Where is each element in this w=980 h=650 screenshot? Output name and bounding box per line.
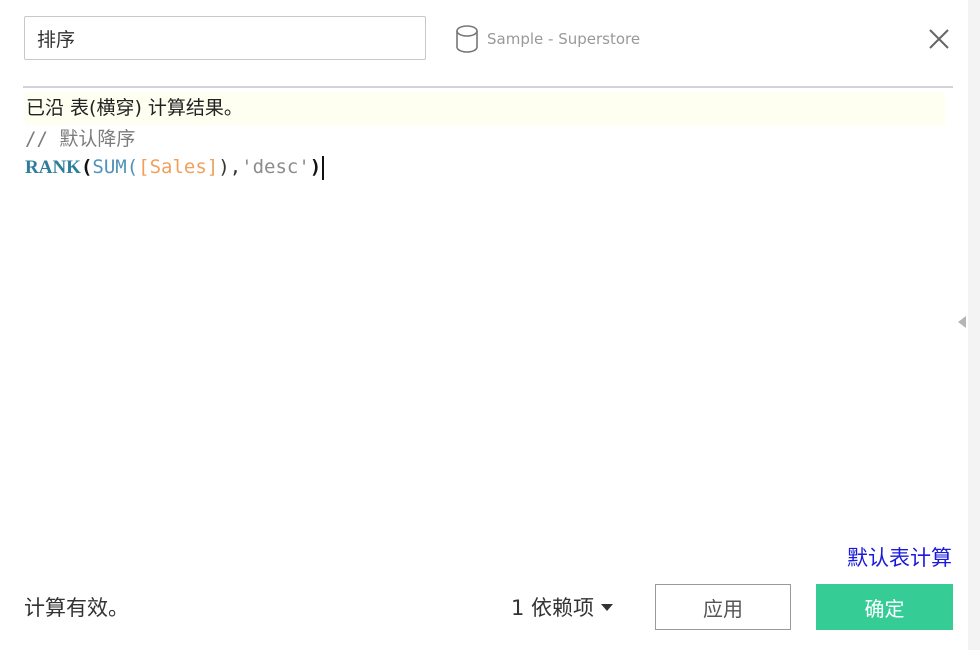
code-line-comment: // 默认降序 [25, 125, 950, 153]
side-panel-strip [968, 0, 980, 650]
comment-text: 默认降序 [59, 128, 136, 150]
text-cursor [322, 155, 325, 180]
code-line-formula: RANK(SUM([Sales]),'desc') [25, 153, 950, 181]
formula-close-fn: ) [218, 156, 230, 178]
validation-status: 计算有效。 [24, 596, 129, 620]
formula-string: 'desc' [241, 156, 310, 178]
caret-down-icon [601, 603, 614, 611]
database-icon [456, 25, 478, 53]
formula-function: SUM( [92, 156, 139, 178]
formula-open-paren: ( [80, 156, 93, 178]
info-banner-text: 已沿 表(横穿) 计算结果。 [26, 97, 243, 119]
dependencies-dropdown[interactable]: 1 依赖项 [511, 592, 614, 622]
apply-button[interactable]: 应用 [655, 584, 791, 630]
default-table-calculation-link[interactable]: 默认表计算 [847, 542, 952, 572]
header-divider [23, 86, 953, 88]
formula-editor[interactable]: // 默认降序 RANK(SUM([Sales]),'desc') [25, 125, 950, 525]
formula-close-paren: ) [309, 156, 322, 178]
datasource-indicator: Sample - Superstore [455, 24, 640, 54]
ok-button[interactable]: 确定 [816, 584, 953, 630]
comment-slashes: // [25, 128, 60, 150]
calculation-name-input[interactable] [24, 16, 426, 60]
dependencies-label: 1 依赖项 [511, 596, 595, 620]
datasource-name: Sample - Superstore [487, 30, 641, 48]
info-banner: 已沿 表(横穿) 计算结果。 [25, 92, 945, 125]
formula-field: [Sales] [138, 156, 219, 178]
formula-keyword: RANK [25, 157, 81, 178]
close-icon[interactable] [926, 26, 952, 52]
formula-comma: , [229, 156, 242, 178]
collapse-panel-handle-icon[interactable] [958, 316, 966, 328]
